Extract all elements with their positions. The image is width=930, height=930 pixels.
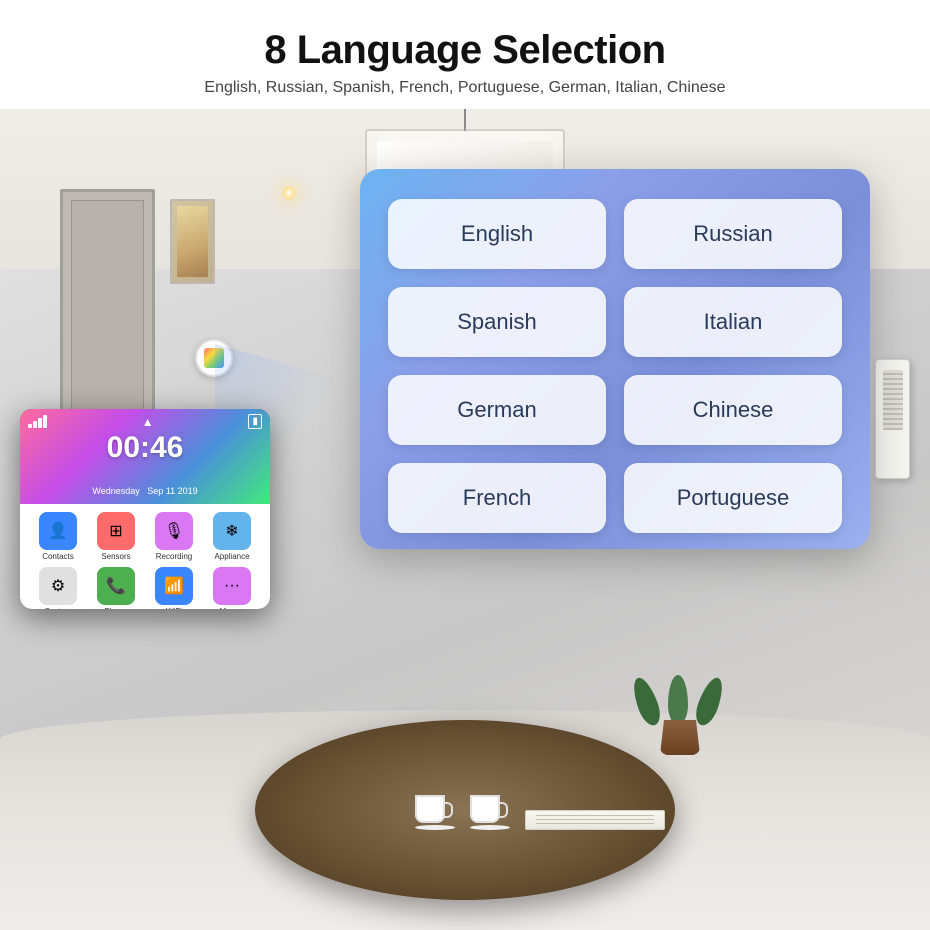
appliance-icon: ❄: [213, 512, 251, 550]
system-label: System: [45, 607, 72, 609]
wifi-icon: ▲: [142, 415, 154, 429]
signal-bar-1: [28, 424, 32, 428]
book: [525, 810, 665, 830]
lang-btn-chinese[interactable]: Chinese: [624, 375, 842, 445]
plant-pot: [660, 720, 700, 755]
page-title: 8 Language Selection: [40, 28, 890, 73]
wifi-label: WiFi: [166, 607, 182, 609]
room-background: ▲ ▮ 00:46 Wednesday Sep 11 2019 👤 Contac…: [0, 109, 930, 930]
cup-2: [470, 795, 500, 823]
signal-bar-3: [38, 418, 42, 428]
lang-btn-spanish[interactable]: Spanish: [388, 287, 606, 357]
language-panel: English Russian Spanish Italian German C…: [360, 169, 870, 549]
appliance-label: Appliance: [214, 552, 249, 561]
app-more: ··· More...: [206, 567, 258, 609]
book-line-2: [536, 819, 654, 820]
phone-label: Phone: [104, 607, 127, 609]
phone-device: ▲ ▮ 00:46 Wednesday Sep 11 2019 👤 Contac…: [20, 409, 270, 609]
door-frame: [60, 189, 155, 439]
lang-btn-english[interactable]: English: [388, 199, 606, 269]
book-line-3: [536, 823, 654, 824]
book-line-1: [536, 815, 654, 816]
phone-status-bar: ▲ ▮: [28, 414, 262, 429]
cup: [415, 795, 445, 823]
book-lines: [536, 815, 654, 824]
language-grid: English Russian Spanish Italian German C…: [388, 199, 842, 533]
system-icon: ⚙: [39, 567, 77, 605]
app-phone: 📞 Phone: [90, 567, 142, 609]
plant-leaves: [645, 675, 711, 725]
recording-label: Recording: [156, 552, 192, 561]
phone-time: 00:46: [107, 431, 184, 465]
intercom-speaker: [883, 370, 903, 430]
leaf-2: [668, 675, 688, 725]
signal-bars: [28, 415, 47, 428]
saucer-2: [470, 825, 510, 830]
phone-icon: 📞: [97, 567, 135, 605]
lang-btn-portuguese[interactable]: Portuguese: [624, 463, 842, 533]
saucer: [415, 825, 455, 830]
plant: [660, 720, 700, 755]
more-label: More...: [220, 607, 245, 609]
sensors-label: Sensors: [101, 552, 130, 561]
app-wifi: 📶 WiFi: [148, 567, 200, 609]
wall-art-inner: [177, 206, 208, 277]
cup-saucer: [415, 795, 455, 830]
apps-row-1: 👤 Contacts ⊞ Sensors 🎙 Recording ❄ Appli…: [28, 512, 262, 561]
page-wrapper: 8 Language Selection English, Russian, S…: [0, 0, 930, 930]
light-cord: [464, 109, 466, 131]
app-recording: 🎙 Recording: [148, 512, 200, 561]
cup-saucer-2: [470, 795, 510, 830]
lang-btn-german[interactable]: German: [388, 375, 606, 445]
door-inner: [71, 200, 144, 428]
apps-row-2: ⚙ System 📞 Phone 📶 WiFi ··· More...: [28, 567, 262, 609]
lang-btn-russian[interactable]: Russian: [624, 199, 842, 269]
app-sensors: ⊞ Sensors: [90, 512, 142, 561]
more-icon: ···: [213, 567, 251, 605]
battery-icon: ▮: [248, 414, 262, 429]
lang-btn-french[interactable]: French: [388, 463, 606, 533]
header-subtitle: English, Russian, Spanish, French, Portu…: [40, 79, 890, 97]
phone-date: Wednesday Sep 11 2019: [92, 486, 197, 496]
table-items: [415, 795, 665, 830]
app-appliance: ❄ Appliance: [206, 512, 258, 561]
signal-bar-4: [43, 415, 47, 428]
right-intercom: [875, 359, 910, 479]
contacts-label: Contacts: [42, 552, 74, 561]
header: 8 Language Selection English, Russian, S…: [0, 0, 930, 109]
wifi-app-icon: 📶: [155, 567, 193, 605]
recessed-light-1: [280, 184, 298, 202]
phone-screen: ▲ ▮ 00:46 Wednesday Sep 11 2019: [20, 409, 270, 504]
wall-art: [170, 199, 215, 284]
recording-icon: 🎙: [155, 512, 193, 550]
lang-btn-italian[interactable]: Italian: [624, 287, 842, 357]
app-contacts: 👤 Contacts: [32, 512, 84, 561]
contacts-icon: 👤: [39, 512, 77, 550]
signal-bar-2: [33, 421, 37, 428]
book-container: [525, 810, 665, 830]
app-system: ⚙ System: [32, 567, 84, 609]
phone-apps: 👤 Contacts ⊞ Sensors 🎙 Recording ❄ Appli…: [20, 504, 270, 609]
sensors-icon: ⊞: [97, 512, 135, 550]
